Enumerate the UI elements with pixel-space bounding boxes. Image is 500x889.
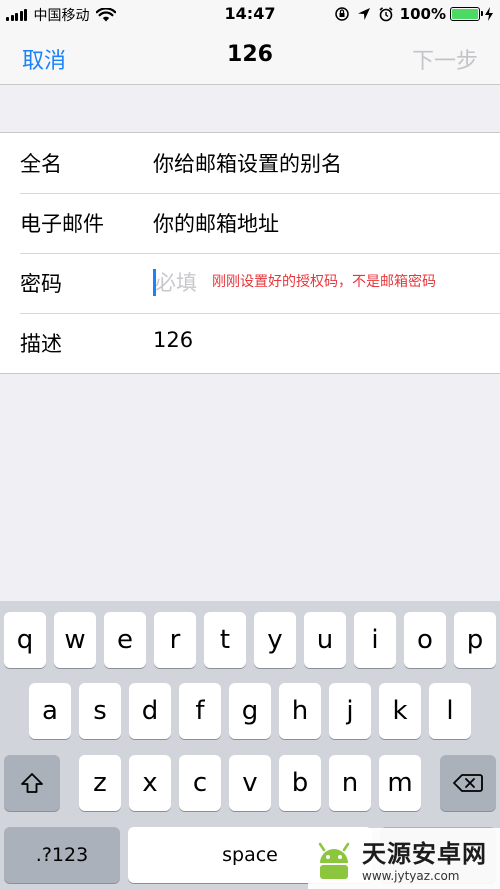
key-f[interactable]: f — [179, 683, 221, 739]
battery-icon — [450, 7, 483, 21]
key-v[interactable]: v — [229, 755, 271, 811]
password-annotation: 刚刚设置好的授权码，不是邮箱密码 — [212, 274, 436, 290]
form-row-email[interactable]: 电子邮件 你的邮箱地址 — [0, 193, 500, 253]
key-z[interactable]: z — [79, 755, 121, 811]
next-step-button[interactable]: 下一步 — [412, 43, 478, 75]
form-row-description[interactable]: 描述 126 — [0, 313, 500, 373]
key-t[interactable]: t — [204, 612, 246, 668]
text-caret — [153, 269, 156, 296]
status-right: 100% — [334, 5, 494, 23]
key-a[interactable]: a — [29, 683, 71, 739]
shift-key[interactable] — [4, 755, 60, 811]
key-u[interactable]: u — [304, 612, 346, 668]
key-e[interactable]: e — [104, 612, 146, 668]
key-o[interactable]: o — [404, 612, 446, 668]
key-y[interactable]: y — [254, 612, 296, 668]
watermark-text: 天源安卓网 www.jytyaz.com — [362, 834, 487, 883]
password-label: 密码 — [20, 272, 62, 296]
key-m[interactable]: m — [379, 755, 421, 811]
key-d[interactable]: d — [129, 683, 171, 739]
watermark-title: 天源安卓网 — [362, 840, 487, 868]
full-name-label: 全名 — [20, 152, 62, 176]
key-g[interactable]: g — [229, 683, 271, 739]
key-n[interactable]: n — [329, 755, 371, 811]
key-i[interactable]: i — [354, 612, 396, 668]
key-k[interactable]: k — [379, 683, 421, 739]
key-b[interactable]: b — [279, 755, 321, 811]
key-j[interactable]: j — [329, 683, 371, 739]
form-row-password[interactable]: 密码 刚刚设置好的授权码，不是邮箱密码 — [0, 253, 500, 313]
nav-bar: 取消 126 下一步 — [0, 28, 500, 85]
email-label: 电子邮件 — [20, 212, 104, 236]
watermark: 天源安卓网 www.jytyaz.com — [308, 828, 500, 889]
key-x[interactable]: x — [129, 755, 171, 811]
key-h[interactable]: h — [279, 683, 321, 739]
alarm-clock-icon — [379, 7, 393, 22]
key-c[interactable]: c — [179, 755, 221, 811]
charging-bolt-icon — [485, 7, 493, 21]
account-form: 全名 你给邮箱设置的别名 电子邮件 你的邮箱地址 密码 刚刚设置好的授权码，不是… — [0, 132, 500, 374]
key-l[interactable]: l — [429, 683, 471, 739]
android-logo-icon — [318, 842, 350, 879]
key-w[interactable]: w — [54, 612, 96, 668]
backspace-icon — [453, 774, 483, 792]
watermark-url: www.jytyaz.com — [362, 869, 460, 883]
delete-key[interactable] — [440, 755, 496, 811]
form-row-full-name[interactable]: 全名 你给邮箱设置的别名 — [0, 133, 500, 193]
key-p[interactable]: p — [454, 612, 496, 668]
key-r[interactable]: r — [154, 612, 196, 668]
email-field[interactable]: 你的邮箱地址 — [153, 208, 279, 238]
key-s[interactable]: s — [79, 683, 121, 739]
key-q[interactable]: q — [4, 612, 46, 668]
shift-arrow-icon — [21, 773, 43, 793]
location-arrow-icon — [357, 8, 370, 20]
password-field[interactable] — [153, 266, 208, 300]
numbers-key[interactable]: .?123 — [4, 827, 120, 883]
description-field[interactable]: 126 — [153, 328, 193, 352]
full-name-field[interactable]: 你给邮箱设置的别名 — [153, 148, 342, 178]
description-label: 描述 — [20, 332, 62, 356]
orientation-lock-icon — [334, 7, 349, 21]
status-bar: 中国移动 14:47 100% — [0, 0, 500, 28]
battery-percent: 100% — [399, 5, 446, 23]
